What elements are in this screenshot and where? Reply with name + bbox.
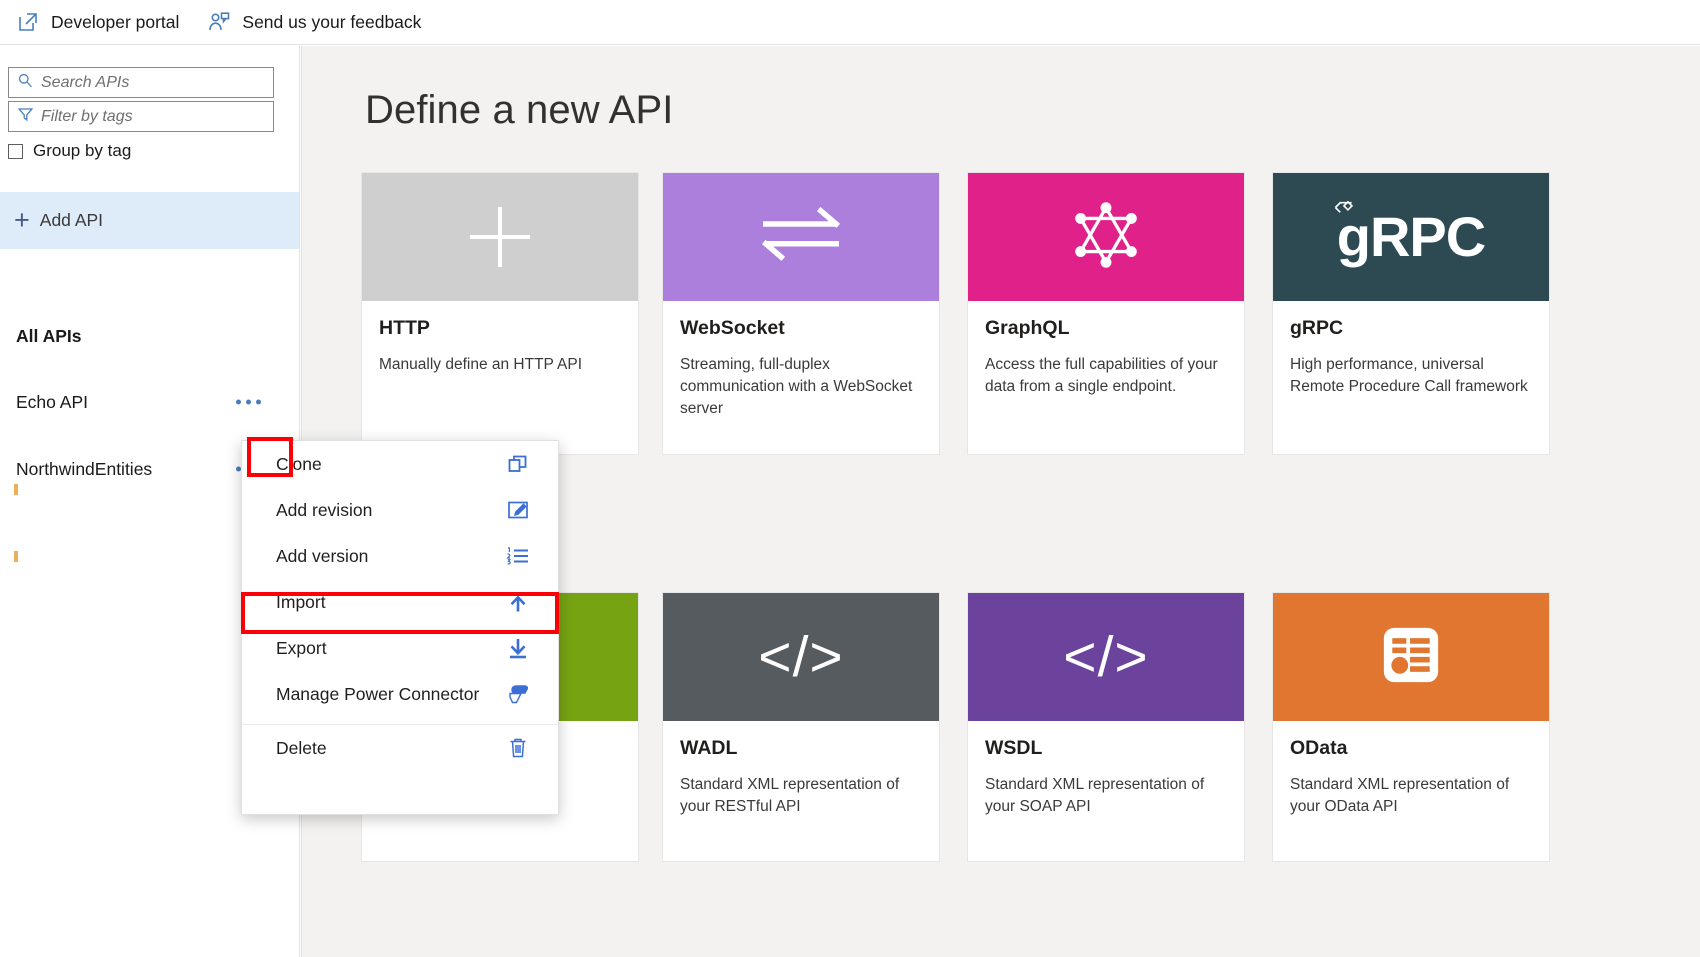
menu-item-export[interactable]: Export — [242, 625, 558, 671]
command-bar: Developer portal Send us your feedback — [0, 0, 1700, 45]
card-body: WADL Standard XML representation of your… — [663, 721, 939, 838]
filter-icon — [17, 106, 34, 128]
feedback-person-icon — [207, 10, 231, 34]
api-card-wadl[interactable]: </> WADL Standard XML representation of … — [662, 592, 940, 862]
numbered-list-icon — [506, 544, 530, 568]
api-name: Echo API — [16, 391, 88, 412]
menu-item-label: Add version — [276, 545, 369, 566]
developer-portal-label: Developer portal — [51, 11, 180, 32]
menu-item-label: Import — [276, 591, 326, 612]
menu-item-add-version[interactable]: Add version — [242, 533, 558, 579]
plus-icon — [470, 207, 530, 267]
search-icon — [17, 72, 34, 94]
menu-item-clone[interactable]: Clone — [242, 441, 558, 487]
card-description: Manually define an HTTP API — [379, 356, 583, 373]
card-banner: </> — [968, 593, 1244, 721]
websocket-arrows-icon — [757, 202, 845, 273]
developer-portal-button[interactable]: Developer portal — [0, 0, 193, 45]
plus-icon: + — [14, 205, 30, 235]
ellipsis-icon[interactable] — [236, 399, 261, 405]
card-body: HTTP Manually define an HTTP API — [362, 301, 638, 396]
export-arrow-down-icon — [506, 636, 530, 660]
import-arrow-up-icon — [506, 590, 530, 614]
api-card-graphql[interactable]: GraphQL Access the full capabilities of … — [967, 172, 1245, 455]
list-text-fragment — [14, 484, 18, 495]
card-banner — [362, 173, 638, 301]
card-body: gRPC High performance, universal Remote … — [1273, 301, 1549, 418]
card-body: WebSocket Streaming, full-duplex communi… — [663, 301, 939, 440]
menu-item-label: Manage Power Connector — [276, 683, 480, 704]
api-card-odata[interactable]: OData Standard XML representation of you… — [1272, 592, 1550, 862]
card-description: Standard XML representation of your SOAP… — [985, 776, 1205, 815]
api-card-grpc[interactable]: gRPC gRPC High performance, universal Re… — [1272, 172, 1550, 455]
menu-item-delete[interactable]: Delete — [242, 725, 558, 771]
card-description: Standard XML representation of your ODat… — [1290, 776, 1510, 815]
sidebar-item-echo-api[interactable]: Echo API — [0, 387, 299, 417]
search-apis-input[interactable]: Search APIs — [8, 67, 274, 98]
group-by-tag-checkbox[interactable]: Group by tag — [8, 141, 131, 161]
all-apis-header: All APIs — [16, 326, 82, 346]
filter-by-tags-input[interactable]: Filter by tags — [8, 101, 274, 132]
trash-icon — [506, 736, 530, 760]
card-banner — [968, 173, 1244, 301]
card-body: OData Standard XML representation of you… — [1273, 721, 1549, 838]
edit-square-icon — [506, 498, 530, 522]
send-feedback-button[interactable]: Send us your feedback — [193, 0, 435, 45]
card-banner: gRPC — [1273, 173, 1549, 301]
card-description: High performance, universal Remote Proce… — [1290, 356, 1528, 395]
menu-item-manage-power-connector[interactable]: Manage Power Connector — [242, 671, 558, 717]
clone-icon — [506, 452, 530, 476]
add-api-button[interactable]: + Add API — [0, 192, 299, 249]
app-root: Developer portal Send us your feedback S… — [0, 0, 1700, 957]
add-api-label: Add API — [39, 210, 104, 230]
card-description: Streaming, full-duplex communication wit… — [680, 356, 913, 417]
card-title: WSDL — [985, 737, 1043, 759]
card-body: GraphQL Access the full capabilities of … — [968, 301, 1244, 418]
checkbox-box — [8, 143, 23, 159]
card-body: WSDL Standard XML representation of your… — [968, 721, 1244, 838]
card-description: Access the full capabilities of your dat… — [985, 356, 1218, 395]
api-context-menu: Clone Add revision Add version Import Ex… — [241, 440, 559, 815]
code-brackets-icon: </> — [1063, 624, 1149, 689]
card-title: gRPC — [1290, 317, 1344, 339]
card-description: Standard XML representation of your REST… — [680, 776, 900, 815]
api-name: NorthwindEntities — [16, 458, 153, 479]
search-apis-placeholder: Search APIs — [41, 73, 130, 91]
card-title: OData — [1290, 737, 1348, 759]
menu-item-label: Add revision — [276, 499, 373, 520]
page-title: Define a new API — [365, 88, 674, 132]
menu-item-add-revision[interactable]: Add revision — [242, 487, 558, 533]
menu-item-import[interactable]: Import — [242, 579, 558, 625]
card-title: HTTP — [379, 317, 430, 339]
card-banner — [663, 173, 939, 301]
group-by-tag-label: Group by tag — [33, 141, 132, 160]
filter-by-tags-placeholder: Filter by tags — [41, 107, 133, 125]
send-feedback-label: Send us your feedback — [242, 11, 422, 32]
api-card-http[interactable]: HTTP Manually define an HTTP API — [361, 172, 639, 455]
grpc-logo-icon: gRPC — [1334, 200, 1486, 265]
menu-item-label: Clone — [276, 453, 322, 474]
external-link-icon — [16, 10, 40, 34]
graphql-icon — [1067, 196, 1145, 279]
card-title: WADL — [680, 737, 738, 759]
card-banner — [1273, 593, 1549, 721]
list-text-fragment — [14, 551, 18, 562]
menu-item-label: Export — [276, 637, 327, 658]
odata-table-icon — [1382, 626, 1440, 689]
card-title: WebSocket — [680, 317, 785, 339]
api-card-websocket[interactable]: WebSocket Streaming, full-duplex communi… — [662, 172, 940, 455]
menu-item-label: Delete — [276, 737, 327, 758]
power-connector-icon — [506, 682, 530, 706]
card-banner: </> — [663, 593, 939, 721]
card-title: GraphQL — [985, 317, 1070, 339]
code-brackets-icon: </> — [758, 624, 844, 689]
api-card-wsdl[interactable]: </> WSDL Standard XML representation of … — [967, 592, 1245, 862]
